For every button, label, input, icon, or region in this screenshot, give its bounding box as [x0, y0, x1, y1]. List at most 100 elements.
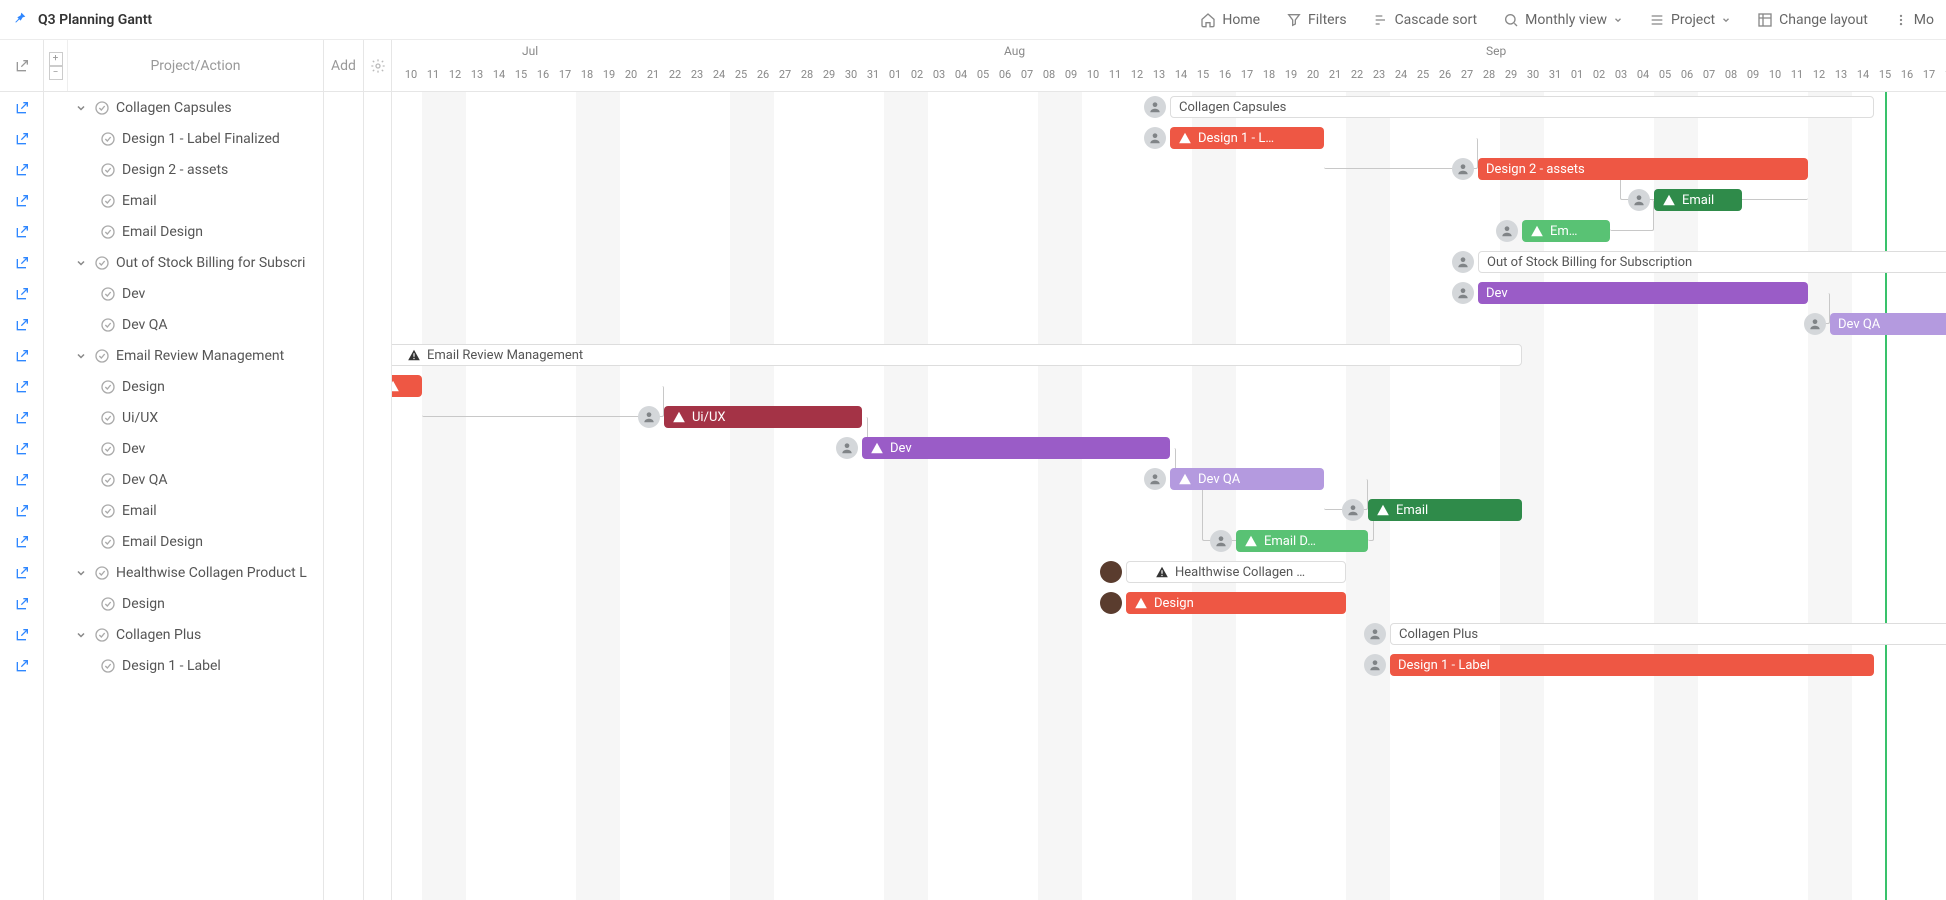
gantt-bar[interactable]: Design	[1126, 592, 1346, 614]
bar-label: Email Review Management	[427, 348, 583, 363]
gear-icon[interactable]	[364, 40, 391, 92]
assignee-avatar[interactable]	[1100, 561, 1122, 583]
gantt-bar[interactable]: Dev QA	[1170, 468, 1324, 490]
gantt-bar[interactable]: Email Review Management	[392, 344, 1522, 366]
row-link[interactable]	[0, 123, 43, 154]
gantt-bar[interactable]: Design 2 - assets	[1478, 158, 1808, 180]
gantt-bar[interactable]: Email	[1654, 189, 1742, 211]
assignee-avatar[interactable]	[1144, 96, 1166, 118]
expand-collapse-all[interactable]: +−	[44, 40, 68, 91]
gantt-bar[interactable]: Healthwise Collagen …	[1126, 561, 1346, 583]
tree-item[interactable]: Email	[44, 185, 323, 216]
chevron-down-icon[interactable]	[74, 350, 88, 362]
add-button[interactable]: Add	[324, 40, 363, 92]
tree-label: Design 1 - Label Finalized	[122, 131, 280, 147]
assignee-avatar[interactable]	[638, 406, 660, 428]
assignee-avatar[interactable]	[1144, 127, 1166, 149]
chevron-down-icon[interactable]	[74, 629, 88, 641]
row-link[interactable]	[0, 340, 43, 371]
assignee-avatar[interactable]	[1364, 654, 1386, 676]
tree-item[interactable]: Design	[44, 371, 323, 402]
gantt-bar[interactable]: Dev QA	[1830, 313, 1946, 335]
assignee-avatar[interactable]	[1628, 189, 1650, 211]
assignee-avatar[interactable]	[1342, 499, 1364, 521]
row-link[interactable]	[0, 433, 43, 464]
row-link[interactable]	[0, 216, 43, 247]
project-select[interactable]: Project	[1649, 12, 1731, 28]
gantt-bar[interactable]: Dev	[862, 437, 1170, 459]
assignee-avatar[interactable]	[1804, 313, 1826, 335]
external-link-icon[interactable]	[14, 58, 30, 74]
cascade-sort-button[interactable]: Cascade sort	[1373, 12, 1478, 28]
assignee-avatar[interactable]	[836, 437, 858, 459]
chevron-down-icon[interactable]	[74, 257, 88, 269]
month-label: Aug	[1004, 44, 1025, 58]
home-button[interactable]: Home	[1200, 12, 1260, 28]
gantt-bar[interactable]: Collagen Capsules	[1170, 96, 1874, 118]
pin-icon[interactable]	[12, 10, 28, 30]
row-link[interactable]	[0, 185, 43, 216]
row-link[interactable]	[0, 402, 43, 433]
change-layout-button[interactable]: Change layout	[1757, 12, 1868, 28]
tree-item[interactable]: Design 1 - Label	[44, 650, 323, 681]
tree-item[interactable]: Email Design	[44, 216, 323, 247]
assignee-avatar[interactable]	[1210, 530, 1232, 552]
tree-item[interactable]: Design 2 - assets	[44, 154, 323, 185]
gantt-bar[interactable]: Dev	[1478, 282, 1808, 304]
more-button[interactable]: Mo	[1894, 12, 1934, 28]
row-link[interactable]	[0, 278, 43, 309]
tree-item[interactable]: Dev	[44, 278, 323, 309]
tree-item[interactable]: Email	[44, 495, 323, 526]
tree-group[interactable]: Healthwise Collagen Product L	[44, 557, 323, 588]
row-link[interactable]	[0, 495, 43, 526]
tree-item[interactable]: Dev QA	[44, 309, 323, 340]
gantt-bar[interactable]: Email	[1368, 499, 1522, 521]
gantt-bar[interactable]: Design 1 - L…	[1170, 127, 1324, 149]
tree-item[interactable]: Dev QA	[44, 464, 323, 495]
chevron-down-icon[interactable]	[74, 102, 88, 114]
tree-item[interactable]: Dev	[44, 433, 323, 464]
tree-group[interactable]: Email Review Management	[44, 340, 323, 371]
gantt-bar[interactable]: Email D…	[1236, 530, 1368, 552]
gantt-bar[interactable]: Ui/UX	[664, 406, 862, 428]
tree-item[interactable]: Design 1 - Label Finalized	[44, 123, 323, 154]
row-link[interactable]	[0, 526, 43, 557]
tree-item[interactable]: Email Design	[44, 526, 323, 557]
filters-button[interactable]: Filters	[1286, 12, 1347, 28]
tree-item[interactable]: Design	[44, 588, 323, 619]
bar-label: Design 1 - Label	[1398, 658, 1490, 673]
gantt-area[interactable]: JulAugSep 910111213141516171819202122232…	[392, 40, 1946, 900]
row-link[interactable]	[0, 309, 43, 340]
assignee-avatar[interactable]	[1144, 468, 1166, 490]
row-link[interactable]	[0, 557, 43, 588]
gantt-bar[interactable]: Design 1 - Label	[1390, 654, 1874, 676]
gantt-bar[interactable]: Collagen Plus	[1390, 623, 1946, 645]
tree-group[interactable]: Collagen Plus	[44, 619, 323, 650]
tree-group[interactable]: Collagen Capsules	[44, 92, 323, 123]
day-label: 08	[1038, 68, 1060, 81]
assignee-avatar[interactable]	[1452, 251, 1474, 273]
row-link[interactable]	[0, 464, 43, 495]
row-link[interactable]	[0, 154, 43, 185]
tree-item[interactable]: Ui/UX	[44, 402, 323, 433]
view-select[interactable]: Monthly view	[1503, 12, 1623, 28]
row-link[interactable]	[0, 247, 43, 278]
row-link[interactable]	[0, 650, 43, 681]
day-label: 02	[906, 68, 928, 81]
status-check-icon	[100, 224, 116, 240]
tree-group[interactable]: Out of Stock Billing for Subscri	[44, 247, 323, 278]
assignee-avatar[interactable]	[1496, 220, 1518, 242]
gantt-bar[interactable]: Em…	[1522, 220, 1610, 242]
row-link[interactable]	[0, 619, 43, 650]
row-link[interactable]	[0, 371, 43, 402]
chevron-down-icon[interactable]	[74, 567, 88, 579]
settings-column	[364, 40, 392, 900]
gantt-bar[interactable]	[392, 375, 422, 397]
assignee-avatar[interactable]	[1364, 623, 1386, 645]
row-link[interactable]	[0, 588, 43, 619]
row-link[interactable]	[0, 92, 43, 123]
assignee-avatar[interactable]	[1100, 592, 1122, 614]
assignee-avatar[interactable]	[1452, 282, 1474, 304]
gantt-bar[interactable]: Out of Stock Billing for Subscription	[1478, 251, 1946, 273]
assignee-avatar[interactable]	[1452, 158, 1474, 180]
